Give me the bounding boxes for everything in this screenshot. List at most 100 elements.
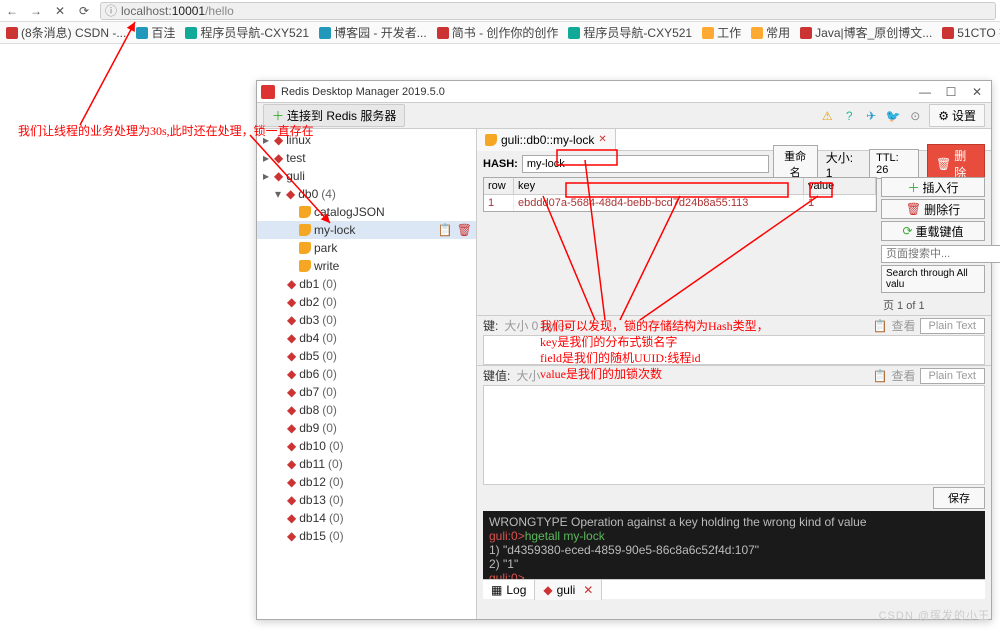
tree-row[interactable]: ◆db2 (0)	[257, 293, 476, 311]
back-button[interactable]: ←	[4, 3, 20, 19]
tree-row[interactable]: ▸◆guli	[257, 167, 476, 185]
warning-icon[interactable]: ⚠	[819, 108, 835, 124]
key-viewer-size: 大小 0 bytes	[504, 317, 570, 334]
console[interactable]: WRONGTYPE Operation against a key holdin…	[483, 511, 985, 579]
reload-icon: ⟳	[902, 224, 912, 238]
tree-row[interactable]: ◆db3 (0)	[257, 311, 476, 329]
tree-panel[interactable]: ▸◆linux▸◆test▸◆guli▾◆db0 (4)catalogJSONm…	[257, 129, 477, 619]
bookmark-icon	[437, 27, 449, 39]
key-viewer-header: 键: 大小 0 bytes 📋 查看 Plain Text	[477, 315, 991, 335]
key-name-input[interactable]	[522, 155, 769, 173]
bookmark-item[interactable]: (8条消息) CSDN -...	[6, 24, 126, 41]
console-out: 2) "1"	[489, 557, 979, 571]
bookmark-item[interactable]: 常用	[751, 24, 790, 41]
close-button[interactable]: ✕	[967, 84, 987, 100]
value-view-mode[interactable]: Plain Text	[920, 368, 986, 384]
rdm-window: Redis Desktop Manager 2019.5.0 — ☐ ✕ ＋连接…	[256, 80, 992, 620]
titlebar: Redis Desktop Manager 2019.5.0 — ☐ ✕	[257, 81, 991, 103]
twitter-icon[interactable]: 🐦	[885, 108, 901, 124]
insert-row-button[interactable]: ＋插入行	[881, 177, 985, 197]
bookmark-label: 程序员导航-CXY521	[200, 24, 309, 41]
bookmark-item[interactable]: 工作	[702, 24, 741, 41]
tree-row[interactable]: ◆db6 (0)	[257, 365, 476, 383]
github-icon[interactable]: ⊙	[907, 108, 923, 124]
tree-row[interactable]: ◆db11 (0)	[257, 455, 476, 473]
browser-nav: ← → ✕ ⟳ ⓘ localhost:10001/hello	[0, 0, 1000, 22]
editor-tab[interactable]: guli::db0::my-lock ✕	[477, 129, 616, 151]
search-all-button[interactable]: Search through All valu	[881, 265, 985, 293]
address-bar[interactable]: ⓘ localhost:10001/hello	[100, 2, 996, 20]
bookmark-item[interactable]: 百洼	[136, 24, 175, 41]
hash-grid[interactable]: row key value 1 ebddd07a-5684-48d4-bebb-…	[483, 177, 877, 212]
tree-row[interactable]: park	[257, 239, 476, 257]
console-out: 1) "d4359380-eced-4859-90e5-86c8a6c52f4d…	[489, 543, 979, 557]
telegram-icon[interactable]: ✈	[863, 108, 879, 124]
server-icon: ◆	[543, 583, 552, 597]
tree-row[interactable]: ▾◆db0 (4)	[257, 185, 476, 203]
value-viewer-body[interactable]	[483, 385, 985, 485]
tree-row[interactable]: ◆db13 (0)	[257, 491, 476, 509]
reload-button[interactable]: ⟳重载键值	[881, 221, 985, 241]
connect-button[interactable]: ＋连接到 Redis 服务器	[263, 104, 405, 127]
bookmark-item[interactable]: 博客园 - 开发者...	[319, 24, 427, 41]
bookmark-item[interactable]: 简书 - 创作你的创作	[437, 24, 559, 41]
bookmark-label: 百洼	[151, 24, 175, 41]
bookmark-icon	[702, 27, 714, 39]
tree-row[interactable]: ◆db12 (0)	[257, 473, 476, 491]
bookmark-item[interactable]: 51CTO 搜索	[942, 24, 1000, 41]
key-type-label: HASH:	[483, 158, 518, 170]
tree-row[interactable]: ◆db4 (0)	[257, 329, 476, 347]
copy-icon[interactable]: 📋	[873, 319, 888, 333]
key-viewer-body[interactable]	[483, 335, 985, 365]
delete-row-button[interactable]: 🗑删除行	[881, 199, 985, 219]
minimize-button[interactable]: —	[915, 84, 935, 100]
bookmark-label: 程序员导航-CXY521	[583, 24, 692, 41]
tree-row[interactable]: ◆db14 (0)	[257, 509, 476, 527]
trash-icon[interactable]: 🗑	[457, 223, 472, 237]
console-error: WRONGTYPE Operation against a key holdin…	[489, 515, 979, 529]
search-input[interactable]	[881, 245, 1000, 263]
bookmark-icon	[800, 27, 812, 39]
key-header: HASH: 重命名 大小: 1 TTL: 26 🗑删除	[477, 151, 991, 177]
forward-button[interactable]: →	[28, 3, 44, 19]
col-row: row	[484, 178, 514, 194]
grid-row[interactable]: 1 ebddd07a-5684-48d4-bebb-bcd7d24b8a55:1…	[484, 195, 876, 211]
copy-icon[interactable]: 📋	[438, 223, 453, 237]
reload-button[interactable]: ⟳	[76, 3, 92, 19]
help-icon[interactable]: ?	[841, 108, 857, 124]
bookmark-item[interactable]: Java|博客_原创博文...	[800, 24, 932, 41]
copy-icon[interactable]: 📋	[873, 369, 888, 383]
ttl-label[interactable]: TTL: 26	[869, 149, 919, 179]
tree-row[interactable]: ◆db1 (0)	[257, 275, 476, 293]
close-icon[interactable]: ✕	[598, 134, 606, 145]
close-icon[interactable]: ✕	[583, 583, 593, 597]
tree-row[interactable]: my-lock📋🗑	[257, 221, 476, 239]
save-button[interactable]: 保存	[933, 487, 985, 509]
console-cmd: hgetall my-lock	[525, 529, 605, 543]
bookmark-icon	[942, 27, 954, 39]
key-view-mode[interactable]: Plain Text	[920, 318, 986, 334]
tree-row[interactable]: ◆db10 (0)	[257, 437, 476, 455]
maximize-button[interactable]: ☐	[941, 84, 961, 100]
bookmark-item[interactable]: 程序员导航-CXY521	[568, 24, 692, 41]
tree-row[interactable]: ◆db15 (0)	[257, 527, 476, 545]
guli-tab[interactable]: ◆guli✕	[535, 580, 602, 600]
bookmark-label: 常用	[766, 24, 790, 41]
settings-button[interactable]: ⚙设置	[929, 104, 985, 127]
view-label: 查看	[891, 367, 915, 384]
tree-row[interactable]: ▸◆test	[257, 149, 476, 167]
tree-row[interactable]: ▸◆linux	[257, 131, 476, 149]
tree-row[interactable]: write	[257, 257, 476, 275]
tree-row[interactable]: ◆db7 (0)	[257, 383, 476, 401]
tree-row[interactable]: ◆db9 (0)	[257, 419, 476, 437]
toolbar: ＋连接到 Redis 服务器 ⚠ ? ✈ 🐦 ⊙ ⚙设置	[257, 103, 991, 129]
tree-row[interactable]: ◆db8 (0)	[257, 401, 476, 419]
tree-row[interactable]: ◆db5 (0)	[257, 347, 476, 365]
bookmark-item[interactable]: 程序员导航-CXY521	[185, 24, 309, 41]
tree-row[interactable]: catalogJSON	[257, 203, 476, 221]
close-tab-button[interactable]: ✕	[52, 3, 68, 19]
bookmark-label: 简书 - 创作你的创作	[452, 24, 559, 41]
log-tab[interactable]: ▦Log	[483, 580, 535, 600]
url-text: localhost:10001/hello	[121, 4, 234, 18]
trash-icon: 🗑	[936, 157, 951, 171]
